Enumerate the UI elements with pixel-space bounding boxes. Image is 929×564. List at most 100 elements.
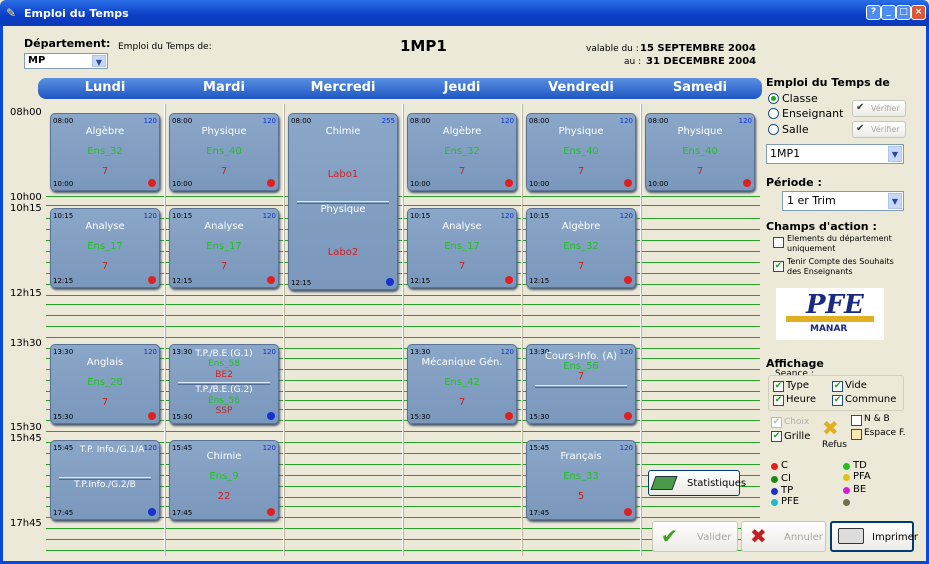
entity-select[interactable]: 1MP1 ▼ xyxy=(766,144,904,164)
valider-label: Valider xyxy=(697,532,732,543)
group-label: 7 xyxy=(577,166,585,177)
subject-label: Algèbre xyxy=(442,126,482,137)
subject-label: Chimie xyxy=(325,126,361,137)
statistiques-label: Statistiques xyxy=(687,478,747,489)
chk-souhaits[interactable]: ✔ xyxy=(773,261,784,272)
class-name: 1MP1 xyxy=(400,37,447,55)
chevron-down-icon: ▼ xyxy=(888,146,902,162)
status-dot xyxy=(505,179,513,187)
group-label: 5 xyxy=(577,491,585,502)
session-card[interactable]: 10:15 120 Analyse Ens_17 7 12:15 xyxy=(407,208,517,288)
legend-dot-be xyxy=(843,487,850,494)
valider-button[interactable]: ✔ Valider xyxy=(652,521,738,552)
radio-classe[interactable] xyxy=(768,93,779,104)
session-card[interactable]: 15:45 120 Chimie Ens_9 22 17:45 xyxy=(169,440,279,520)
end-time: 10:00 xyxy=(172,180,193,188)
imprimer-button[interactable]: Imprimer xyxy=(830,521,918,552)
radio-enseignant[interactable] xyxy=(768,108,779,119)
column-divider xyxy=(640,104,642,556)
session-card[interactable]: 10:15 120 Analyse Ens_17 7 12:15 xyxy=(169,208,279,288)
chk-type[interactable]: ✔ xyxy=(773,381,784,392)
status-dot xyxy=(505,276,513,284)
session-card[interactable]: 13:30 120 Mécanique Gén. Ens_42 7 15:30 xyxy=(407,344,517,424)
chevron-down-icon: ▼ xyxy=(888,193,902,209)
app-icon: ✎ xyxy=(6,6,17,20)
room-label: Ens_17 xyxy=(206,241,242,252)
session-card[interactable]: 13:30 120 T.P./B.E.(G.1) Ens_58 BE2 T.P./… xyxy=(169,344,279,424)
subject-label-2: Physique xyxy=(320,204,366,215)
maximize-button[interactable]: □ xyxy=(896,5,911,20)
minimize-button[interactable]: _ xyxy=(881,5,896,20)
subject-label: Algèbre xyxy=(561,221,601,232)
chk-choix-label: Choix xyxy=(784,417,810,427)
end-time: 17:45 xyxy=(172,509,193,517)
session-card[interactable]: 08:00 120 Physique Ens_40 7 10:00 xyxy=(645,113,755,191)
department-label: Département: xyxy=(24,37,111,50)
session-card[interactable]: 15:45 120 T.P. Info./G.1/A T.P.Info./G.2/… xyxy=(50,440,160,520)
verifier-button-2[interactable]: ✔ Vérifier xyxy=(852,121,906,138)
session-card[interactable]: 13:30 120 Cours-Info. (A) Ens_56 7 15:30 xyxy=(526,344,636,424)
chk-espace-label: Espace F. xyxy=(864,428,906,438)
session-card[interactable]: 10:15 120 Analyse Ens_17 7 12:15 xyxy=(50,208,160,288)
start-time: 08:00 xyxy=(648,117,669,125)
end-time: 10:00 xyxy=(529,180,550,188)
radio-salle[interactable] xyxy=(768,124,779,135)
legend-pfa: PFA xyxy=(853,471,871,482)
status-dot xyxy=(267,276,275,284)
legend-dot-pfe xyxy=(771,499,778,506)
session-card[interactable]: 08:00 255 Chimie Labo1 Physique Labo2 12:… xyxy=(288,113,398,290)
chk-choix[interactable]: ✔ xyxy=(771,417,782,428)
start-time: 08:00 xyxy=(529,117,550,125)
chk-heure[interactable]: ✔ xyxy=(773,395,784,406)
end-time: 15:30 xyxy=(529,413,550,421)
legend-dot-tp xyxy=(771,488,778,495)
status-dot xyxy=(386,278,394,286)
annuler-button[interactable]: ✖ Annuler xyxy=(741,521,826,552)
room-label: Ens_58 xyxy=(207,359,241,369)
department-select[interactable]: MP ▼ xyxy=(24,53,108,69)
session-card[interactable]: 10:15 120 Algèbre Ens_32 7 12:15 xyxy=(526,208,636,288)
status-dot xyxy=(267,508,275,516)
periode-select[interactable]: 1 er Trim ▼ xyxy=(782,191,904,211)
status-dot xyxy=(624,412,632,420)
chk-grille[interactable]: ✔ xyxy=(771,431,782,442)
session-card[interactable]: 13:30 120 Anglais Ens_28 7 15:30 xyxy=(50,344,160,424)
session-card[interactable]: 08:00 120 Physique Ens_40 7 10:00 xyxy=(526,113,636,191)
chk-nb[interactable] xyxy=(851,415,862,426)
chk-departement[interactable] xyxy=(773,237,784,248)
refus-icon[interactable]: ✖ xyxy=(822,416,839,440)
session-card[interactable]: 08:00 120 Algèbre Ens_32 7 10:00 xyxy=(407,113,517,191)
time-label: 13h30 xyxy=(10,338,42,349)
subject-label: T.P. Info./G.1/A xyxy=(79,445,145,455)
status-dot xyxy=(148,276,156,284)
chk-departement-label: Elements du département uniquement xyxy=(787,234,892,253)
radio-salle-label: Salle xyxy=(782,123,809,136)
statistiques-button[interactable]: Statistiques xyxy=(648,470,746,496)
status-dot xyxy=(267,412,275,420)
group-label: 7 xyxy=(577,371,585,382)
group-label: 7 xyxy=(220,261,228,272)
start-time: 13:30 xyxy=(410,348,431,356)
duration-value: 120 xyxy=(143,212,157,220)
check-icon: ✔ xyxy=(856,102,865,113)
help-button[interactable]: ? xyxy=(866,5,881,20)
start-time: 10:15 xyxy=(53,212,74,220)
chk-commune[interactable]: ✔ xyxy=(832,395,843,406)
end-time: 15:30 xyxy=(172,413,193,421)
group-label: Labo1 xyxy=(327,169,359,180)
session-card[interactable]: 08:00 120 Physique Ens_40 7 10:00 xyxy=(169,113,279,191)
chk-espace[interactable] xyxy=(851,429,862,440)
separator xyxy=(535,385,627,388)
day-lundi: Lundi xyxy=(84,80,126,95)
session-card[interactable]: 15:45 120 Français Ens_33 5 17:45 xyxy=(526,440,636,520)
close-button[interactable]: × xyxy=(911,5,926,20)
time-label: 17h45 xyxy=(10,518,42,529)
window-title: Emploi du Temps xyxy=(24,7,129,20)
session-card[interactable]: 08:00 120 Algèbre Ens_32 7 10:00 xyxy=(50,113,160,191)
room-label: Ens_28 xyxy=(87,377,123,388)
verifier-button-1[interactable]: ✔ Vérifier xyxy=(852,100,906,117)
duration-value: 120 xyxy=(262,117,276,125)
end-time: 12:15 xyxy=(529,277,550,285)
chk-vide[interactable]: ✔ xyxy=(832,381,843,392)
subject-label: Algèbre xyxy=(85,126,125,137)
